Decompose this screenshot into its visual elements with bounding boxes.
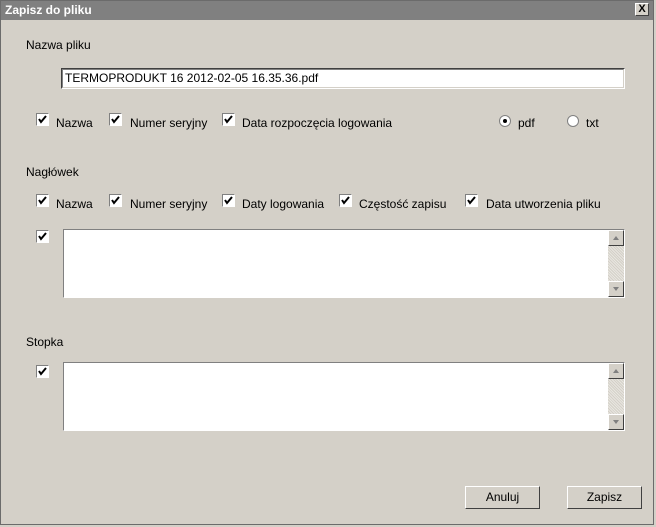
checkbox-header-created[interactable] xyxy=(465,194,478,207)
scroll-up-button[interactable] xyxy=(608,363,624,379)
checkbox-file-serial-label: Numer seryjny xyxy=(130,116,208,130)
arrow-up-icon xyxy=(613,236,619,240)
close-icon: X xyxy=(638,3,646,15)
checkmark-icon xyxy=(38,367,47,376)
radio-txt-label: txt xyxy=(586,116,599,130)
header-section-label: Nagłówek xyxy=(26,165,79,179)
checkbox-header-serial-label: Numer seryjny xyxy=(130,197,208,211)
arrow-down-icon xyxy=(613,420,619,424)
radio-pdf[interactable] xyxy=(499,115,511,127)
checkmark-icon xyxy=(38,232,47,241)
radio-pdf-label: pdf xyxy=(518,116,535,130)
checkmark-icon xyxy=(224,196,233,205)
checkmark-icon xyxy=(111,196,120,205)
header-scrollbar[interactable] xyxy=(608,230,624,297)
checkbox-header-name-label: Nazwa xyxy=(56,197,93,211)
checkbox-file-log-start-label: Data rozpoczęcia logowania xyxy=(242,116,393,130)
close-button[interactable]: X xyxy=(635,3,649,16)
filename-input[interactable]: TERMOPRODUKT 16 2012-02-05 16.35.36.pdf xyxy=(61,68,625,89)
checkbox-file-name-label: Nazwa xyxy=(56,116,93,130)
checkbox-file-serial[interactable] xyxy=(109,113,122,126)
checkbox-header-custom[interactable] xyxy=(36,230,49,243)
scroll-down-button[interactable] xyxy=(608,281,624,297)
checkmark-icon xyxy=(38,115,47,124)
cancel-button[interactable]: Anuluj xyxy=(465,486,540,509)
save-button[interactable]: Zapisz xyxy=(567,486,642,509)
checkbox-header-name[interactable] xyxy=(36,194,49,207)
window-title: Zapisz do pliku xyxy=(5,3,92,17)
checkmark-icon xyxy=(38,196,47,205)
checkmark-icon xyxy=(467,196,476,205)
arrow-up-icon xyxy=(613,369,619,373)
checkbox-header-log-dates[interactable] xyxy=(222,194,235,207)
title-bar: Zapisz do pliku X xyxy=(1,1,653,20)
save-to-file-dialog: Zapisz do pliku X Nazwa pliku TERMOPRODU… xyxy=(0,0,654,525)
arrow-down-icon xyxy=(613,287,619,291)
checkbox-header-frequency-label: Częstość zapisu xyxy=(359,197,447,211)
checkbox-header-frequency[interactable] xyxy=(339,194,352,207)
checkbox-file-name[interactable] xyxy=(36,113,49,126)
checkmark-icon xyxy=(341,196,350,205)
footer-scrollbar[interactable] xyxy=(608,363,624,430)
scroll-up-button[interactable] xyxy=(608,230,624,246)
filename-value: TERMOPRODUKT 16 2012-02-05 16.35.36.pdf xyxy=(65,71,319,85)
checkmark-icon xyxy=(224,115,233,124)
checkbox-header-log-dates-label: Daty logowania xyxy=(242,197,325,211)
checkbox-footer-custom[interactable] xyxy=(36,365,49,378)
checkbox-header-serial[interactable] xyxy=(109,194,122,207)
filename-label: Nazwa pliku xyxy=(26,38,91,52)
header-text-area[interactable] xyxy=(63,229,625,298)
scroll-down-button[interactable] xyxy=(608,414,624,430)
checkbox-file-log-start[interactable] xyxy=(222,113,235,126)
footer-text-area[interactable] xyxy=(63,362,625,431)
checkbox-header-created-label: Data utworzenia pliku xyxy=(486,197,601,211)
checkmark-icon xyxy=(111,115,120,124)
footer-section-label: Stopka xyxy=(26,335,64,349)
radio-txt[interactable] xyxy=(567,115,579,127)
